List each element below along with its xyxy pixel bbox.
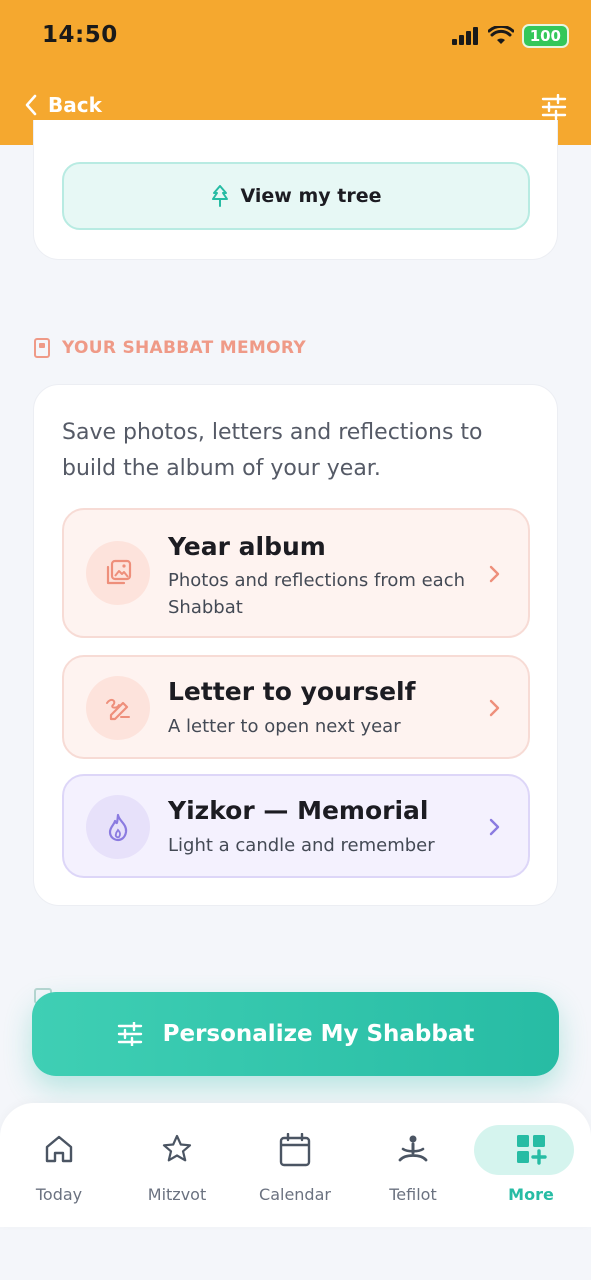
bottom-tab-bar: Today Mitzvot Calendar Tefilot More	[0, 1103, 591, 1227]
row-title: Year album	[168, 532, 326, 561]
pen-icon-wrap	[86, 676, 150, 740]
photo-frame-icon	[34, 338, 50, 358]
status-time: 14:50	[42, 22, 118, 48]
personalize-label: Personalize My Shabbat	[162, 1021, 475, 1047]
tab-calendar[interactable]: Calendar	[236, 1103, 354, 1227]
yizkor-row[interactable]: Yizkor — Memorial Light a candle and rem…	[62, 774, 530, 878]
battery-indicator: 100	[521, 24, 569, 48]
row-subtitle: A letter to open next year	[168, 716, 401, 737]
chevron-right-icon	[489, 818, 500, 836]
tab-label: Mitzvot	[147, 1185, 207, 1204]
sliders-icon	[117, 1022, 142, 1046]
letter-row[interactable]: Letter to yourself A letter to open next…	[62, 655, 530, 759]
tab-label: More	[508, 1185, 554, 1204]
year-album-row[interactable]: Year album Photos and reflections from e…	[62, 508, 530, 638]
back-label: Back	[48, 93, 102, 117]
tab-label: Calendar	[259, 1185, 331, 1204]
view-tree-label: View my tree	[240, 185, 382, 207]
pen-icon	[106, 698, 130, 721]
home-icon	[45, 1135, 73, 1163]
section-label-memory: YOUR SHABBAT MEMORY	[34, 338, 306, 358]
tree-icon	[211, 185, 228, 207]
view-tree-button[interactable]: View my tree	[62, 162, 530, 230]
star-icon	[162, 1134, 192, 1162]
sliders-icon	[541, 93, 567, 121]
tab-more[interactable]: More	[472, 1103, 590, 1227]
wifi-icon	[487, 26, 514, 44]
calendar-icon	[279, 1133, 311, 1167]
album-icon	[106, 559, 132, 585]
row-subtitle: Light a candle and remember	[168, 835, 435, 856]
row-title: Yizkor — Memorial	[168, 796, 429, 825]
section-label-text: YOUR SHABBAT MEMORY	[62, 338, 306, 358]
memory-card: Save photos, letters and reflections to …	[33, 384, 558, 906]
grid-plus-icon	[517, 1135, 547, 1165]
tab-label: Today	[35, 1185, 83, 1204]
tree-card: View my tree	[33, 120, 558, 260]
memory-description: Save photos, letters and reflections to …	[62, 420, 483, 481]
chevron-right-icon	[489, 565, 500, 583]
album-icon-wrap	[86, 541, 150, 605]
status-icons: 100	[451, 24, 569, 48]
chevron-right-icon	[489, 699, 500, 717]
flame-icon	[108, 813, 128, 842]
personalize-button[interactable]: Personalize My Shabbat	[32, 992, 559, 1076]
tab-today[interactable]: Today	[0, 1103, 118, 1227]
back-button[interactable]: Back	[24, 93, 102, 117]
tab-mitzvot[interactable]: Mitzvot	[118, 1103, 236, 1227]
signal-icon	[451, 27, 478, 45]
prayer-icon	[398, 1135, 428, 1162]
tab-tefilot[interactable]: Tefilot	[354, 1103, 472, 1227]
chevron-left-icon	[25, 94, 37, 116]
tab-label: Tefilot	[389, 1185, 437, 1204]
row-subtitle: Photos and reflections from each Shabbat	[168, 570, 466, 618]
flame-icon-wrap	[86, 795, 150, 859]
row-title: Letter to yourself	[168, 677, 416, 706]
